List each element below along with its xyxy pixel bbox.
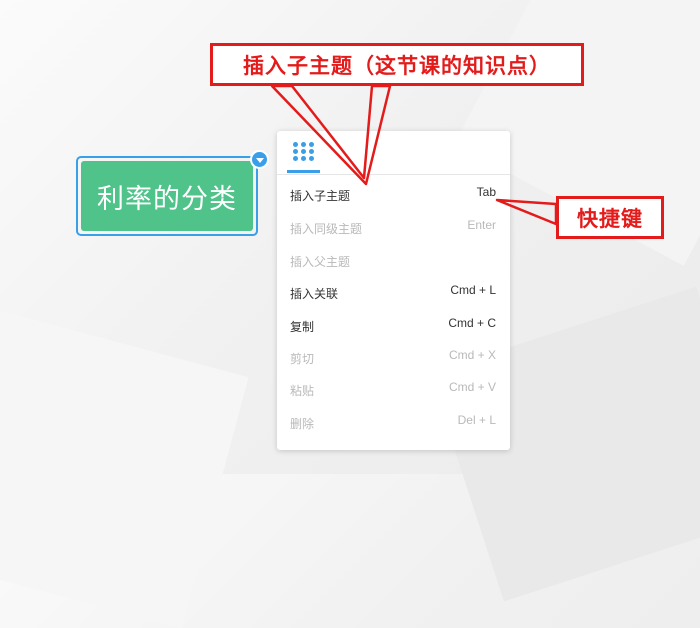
- annotation-insert-subtopic: 插入子主题（这节课的知识点）: [210, 43, 584, 86]
- annotation-shortcut: 快捷键: [556, 196, 664, 239]
- annotation-pointer-shortcut: [495, 198, 558, 226]
- annotation-pointer-subtopic: [270, 84, 392, 186]
